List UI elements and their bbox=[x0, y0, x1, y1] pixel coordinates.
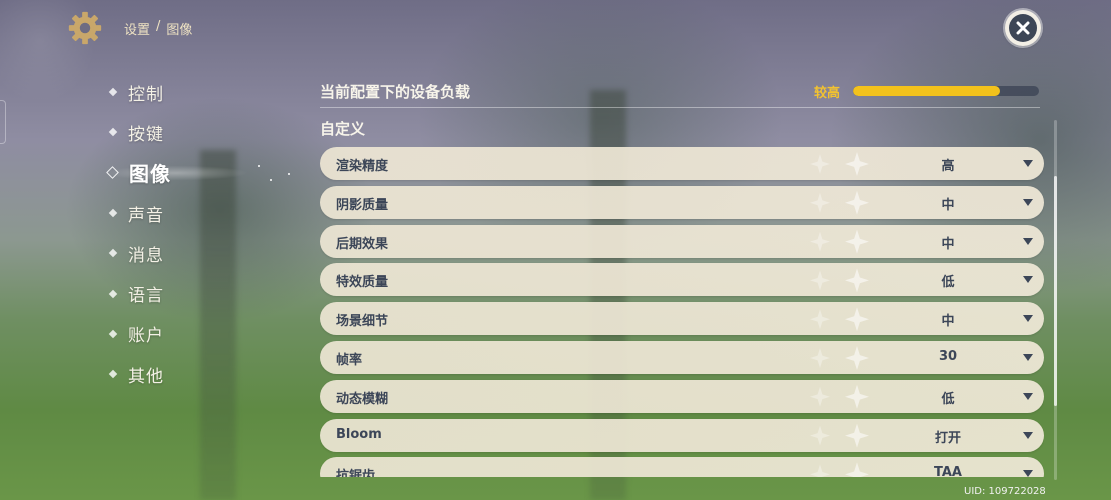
settings-nav: 控制 按键 图像 声音 消息 语言 账户 其他 bbox=[106, 72, 296, 394]
diamond-icon bbox=[108, 329, 118, 339]
chevron-down-icon[interactable] bbox=[1023, 431, 1033, 439]
sparkle-icon bbox=[270, 178, 272, 181]
setting-value: TAA bbox=[934, 465, 962, 477]
diamond-icon bbox=[108, 87, 118, 97]
sparkle-icon bbox=[258, 164, 260, 167]
setting-label: 抗锯齿 bbox=[336, 469, 376, 477]
settings-panel: 当前配置下的设备负载 较高 自定义 渲染精度 高 阴影质量 中 后期效果 中 特… bbox=[320, 0, 1050, 500]
device-load-bar bbox=[853, 86, 1039, 96]
setting-label: 特效质量 bbox=[336, 275, 389, 291]
diamond-icon bbox=[108, 249, 118, 258]
nav-item-label: 控制 bbox=[128, 84, 164, 105]
setting-row-effects-quality[interactable]: 特效质量 低 bbox=[320, 263, 1044, 297]
nav-item-label: 图像 bbox=[129, 162, 171, 187]
uid-label: UID: 109722028 bbox=[964, 486, 1046, 497]
settings-scrollbar[interactable] bbox=[1054, 120, 1057, 480]
setting-row-frame-rate[interactable]: 帧率 30 bbox=[320, 340, 1044, 374]
device-load-title: 当前配置下的设备负载 bbox=[320, 83, 471, 101]
setting-label: 帧率 bbox=[336, 352, 363, 368]
diamond-icon bbox=[108, 289, 118, 298]
diamond-icon bbox=[108, 369, 118, 379]
diamond-icon bbox=[108, 128, 118, 137]
breadcrumb-current: 图像 bbox=[166, 22, 193, 38]
sparkle-icon bbox=[288, 172, 290, 175]
setting-value: 中 bbox=[941, 236, 955, 252]
breadcrumb-separator: / bbox=[156, 18, 161, 34]
chevron-down-icon[interactable] bbox=[1023, 470, 1033, 477]
chevron-down-icon[interactable] bbox=[1023, 392, 1033, 400]
nav-item-label: 语言 bbox=[128, 286, 164, 307]
diamond-icon bbox=[108, 208, 118, 218]
nav-item-label: 按键 bbox=[128, 124, 164, 145]
setting-value: 高 bbox=[941, 159, 955, 174]
nav-item-account[interactable]: 账户 bbox=[106, 314, 171, 354]
setting-row-render-resolution[interactable]: 渲染精度 高 bbox=[320, 147, 1044, 180]
chevron-down-icon[interactable] bbox=[1023, 198, 1033, 206]
setting-label: 场景细节 bbox=[336, 314, 389, 330]
setting-row-shadow-quality[interactable]: 阴影质量 中 bbox=[320, 185, 1044, 219]
chevron-down-icon[interactable] bbox=[1023, 276, 1033, 284]
chevron-down-icon[interactable] bbox=[1023, 353, 1033, 361]
setting-label: Bloom bbox=[336, 426, 382, 442]
nav-item-keybinds[interactable]: 按键 bbox=[106, 112, 171, 152]
chevron-down-icon[interactable] bbox=[1023, 160, 1033, 167]
settings-list: 渲染精度 高 阴影质量 中 后期效果 中 特效质量 低 场景细节 中 帧率 30… bbox=[320, 147, 1044, 477]
nav-item-graphics[interactable]: 图像 bbox=[106, 153, 296, 193]
setting-label: 阴影质量 bbox=[336, 197, 389, 213]
device-load-level: 较高 bbox=[814, 86, 841, 101]
nav-item-messages[interactable]: 消息 bbox=[106, 233, 171, 273]
scrollbar-thumb[interactable] bbox=[1054, 176, 1057, 406]
device-load-fill bbox=[853, 86, 1000, 96]
nav-item-audio[interactable]: 声音 bbox=[106, 193, 171, 233]
setting-value: 中 bbox=[941, 197, 955, 213]
setting-value: 中 bbox=[941, 314, 955, 330]
setting-row-scene-detail[interactable]: 场景细节 中 bbox=[320, 302, 1044, 336]
setting-value: 打开 bbox=[934, 430, 961, 446]
nav-item-controls[interactable]: 控制 bbox=[106, 72, 171, 112]
breadcrumb-root[interactable]: 设置 bbox=[124, 19, 150, 38]
header: 设置 / 图像 bbox=[66, 10, 192, 46]
nav-item-label: 声音 bbox=[128, 205, 164, 226]
nav-item-language[interactable]: 语言 bbox=[106, 273, 171, 313]
setting-row-bloom[interactable]: Bloom 打开 bbox=[320, 418, 1044, 452]
nav-item-label: 其他 bbox=[128, 366, 164, 387]
nav-item-label: 账户 bbox=[128, 326, 164, 347]
diamond-icon bbox=[106, 166, 119, 180]
side-tab-handle[interactable] bbox=[0, 100, 6, 144]
setting-label: 渲染精度 bbox=[336, 159, 389, 174]
setting-value: 30 bbox=[938, 348, 958, 364]
setting-value: 低 bbox=[941, 275, 955, 291]
background-tree bbox=[200, 150, 236, 500]
breadcrumb: 设置 / 图像 bbox=[124, 19, 192, 38]
gear-icon bbox=[68, 11, 102, 45]
nav-item-other[interactable]: 其他 bbox=[106, 354, 171, 394]
nav-item-label: 消息 bbox=[128, 245, 164, 266]
chevron-down-icon[interactable] bbox=[1023, 237, 1033, 245]
setting-row-motion-blur[interactable]: 动态模糊 低 bbox=[320, 379, 1044, 413]
section-title-custom: 自定义 bbox=[320, 120, 366, 138]
setting-row-anti-aliasing[interactable]: 抗锯齿 TAA bbox=[320, 457, 1044, 477]
setting-row-post-processing[interactable]: 后期效果 中 bbox=[320, 224, 1044, 258]
setting-value: 低 bbox=[941, 391, 955, 407]
device-load: 当前配置下的设备负载 较高 bbox=[320, 80, 1040, 102]
divider bbox=[320, 107, 1040, 108]
setting-label: 动态模糊 bbox=[336, 391, 389, 407]
setting-label: 后期效果 bbox=[336, 236, 389, 252]
chevron-down-icon[interactable] bbox=[1023, 315, 1033, 323]
